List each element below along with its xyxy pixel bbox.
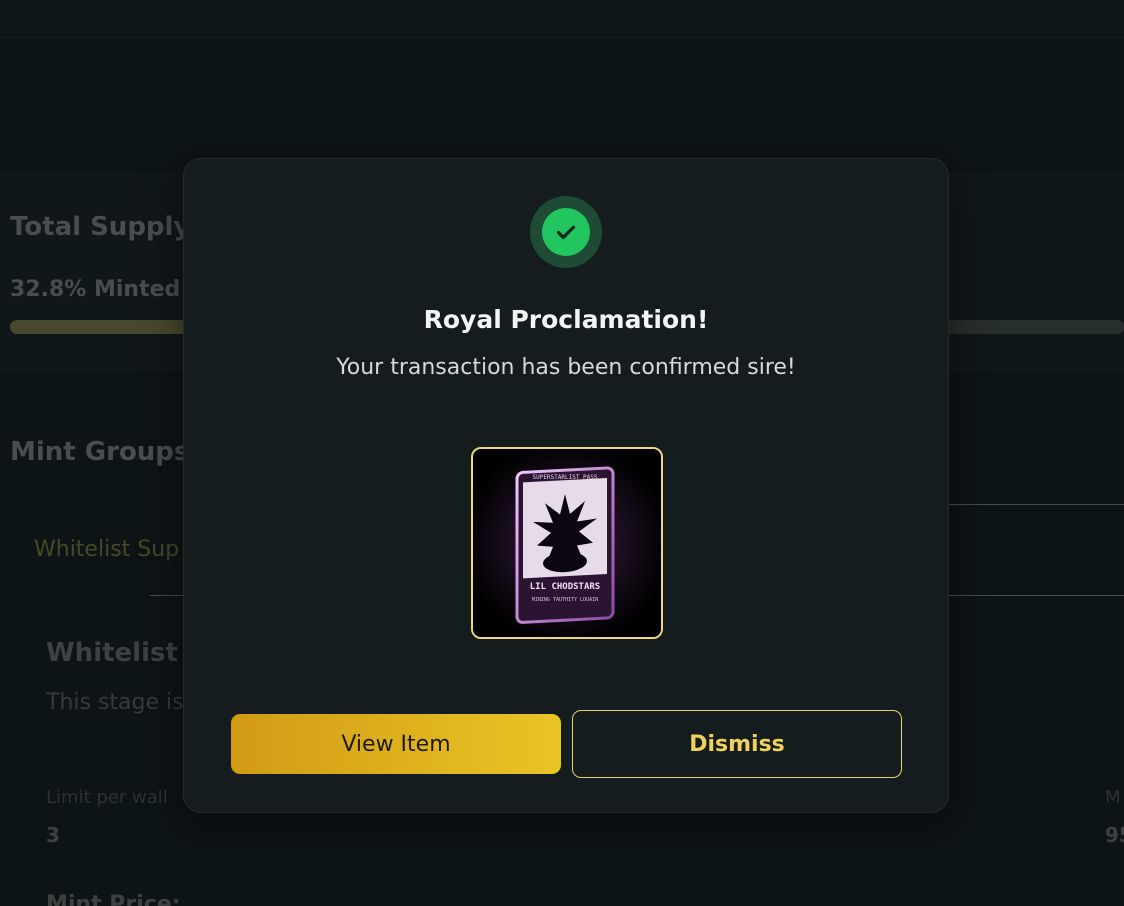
nft-footer-text: MINING TAUTHITY LOUAIN (532, 597, 598, 603)
dismiss-button[interactable]: Dismiss (572, 710, 902, 778)
view-item-button[interactable]: View Item (231, 714, 561, 774)
nft-header-text: SUPERSTARLIST PASS (532, 474, 597, 481)
check-dot (542, 208, 590, 256)
nft-name-text: LIL CHODSTARS (530, 582, 600, 592)
nft-card-image: SUPERSTARLIST PASS LIL CHODSTARS MINING … (473, 449, 661, 637)
nft-image-frame: SUPERSTARLIST PASS LIL CHODSTARS MINING … (471, 447, 663, 639)
modal-message: Your transaction has been confirmed sire… (336, 355, 796, 380)
check-circle-icon (530, 196, 602, 268)
modal-title: Royal Proclamation! (423, 305, 709, 334)
checkmark-icon (556, 225, 576, 240)
transaction-success-modal: Royal Proclamation! Your transaction has… (183, 158, 949, 813)
